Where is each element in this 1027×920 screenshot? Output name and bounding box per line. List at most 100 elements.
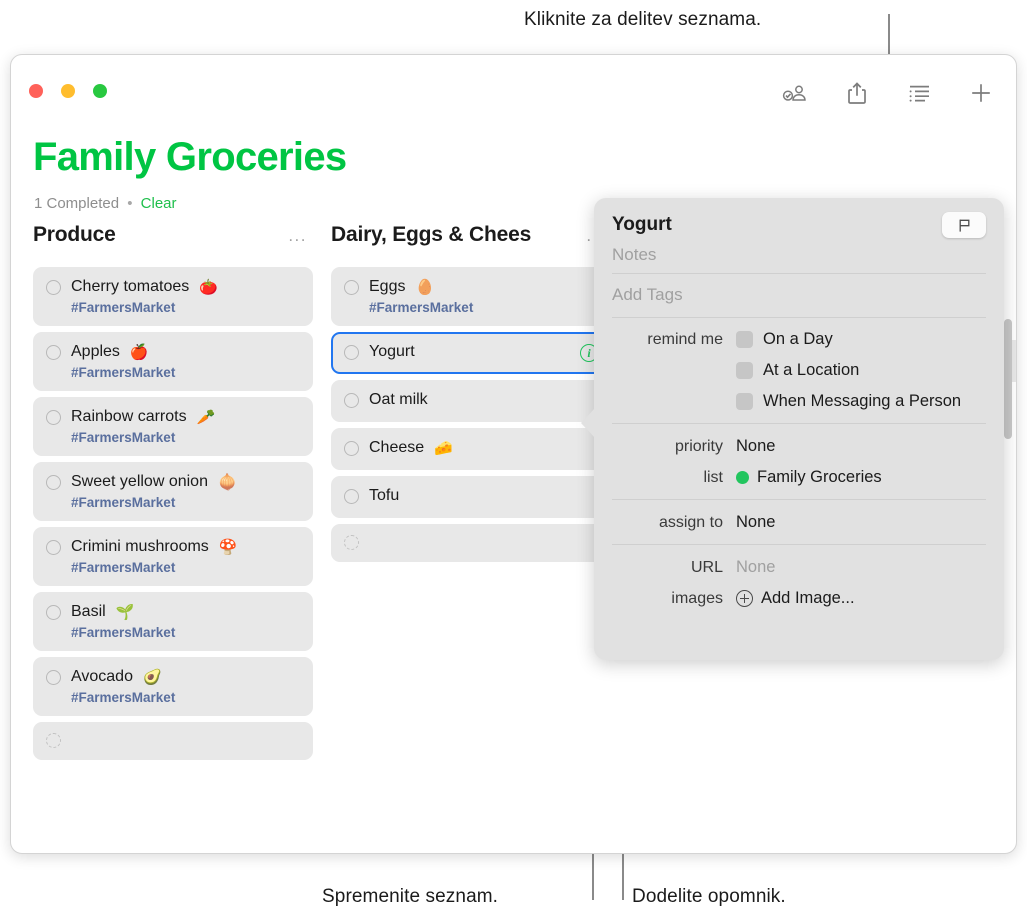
list-item[interactable]: Tofu xyxy=(331,476,611,518)
item-tag[interactable]: #FarmersMarket xyxy=(71,365,301,380)
item-title: Eggs xyxy=(369,278,406,295)
add-icon[interactable] xyxy=(964,77,998,109)
tags-field[interactable]: Add Tags xyxy=(612,274,986,317)
item-title: Oat milk xyxy=(369,391,428,408)
zoom-button[interactable] xyxy=(93,84,107,98)
priority-label: priority xyxy=(674,437,723,455)
item-emoji: 🥑 xyxy=(142,669,162,686)
item-tag[interactable]: #FarmersMarket xyxy=(71,430,301,445)
complete-checkbox[interactable] xyxy=(344,344,359,360)
item-title: Crimini mushrooms xyxy=(71,538,209,555)
share-icon[interactable] xyxy=(840,77,874,109)
item-tag[interactable]: #FarmersMarket xyxy=(71,300,301,315)
column-header: Dairy, Eggs & Chees ... xyxy=(331,223,611,259)
item-emoji: 🍅 xyxy=(199,279,218,296)
when-messaging-checkbox[interactable] xyxy=(736,393,753,410)
priority-row: priority None xyxy=(612,437,986,456)
complete-checkbox[interactable] xyxy=(344,392,359,408)
complete-checkbox[interactable] xyxy=(46,409,61,425)
minimize-button[interactable] xyxy=(61,84,75,98)
reminder-detail-popover: Yogurt Notes Add Tags remind me On a Day xyxy=(581,198,1004,660)
item-emoji: 🧀 xyxy=(434,440,453,457)
list-item[interactable]: Rainbow carrots 🥕 #FarmersMarket xyxy=(33,397,313,456)
new-item-placeholder[interactable] xyxy=(331,524,611,562)
item-tag[interactable]: #FarmersMarket xyxy=(71,690,301,705)
priority-value[interactable]: None xyxy=(736,437,775,456)
new-item-placeholder[interactable] xyxy=(33,722,313,760)
list-item[interactable]: Oat milk xyxy=(331,380,611,422)
close-button[interactable] xyxy=(29,84,43,98)
url-label: URL xyxy=(690,558,723,576)
complete-checkbox[interactable] xyxy=(46,733,61,748)
complete-checkbox[interactable] xyxy=(344,279,359,295)
column-header: Produce ... xyxy=(33,223,313,259)
divider xyxy=(612,544,986,545)
list-item-selected[interactable]: Yogurt i xyxy=(331,332,611,374)
complete-checkbox[interactable] xyxy=(46,474,61,490)
popover-arrow xyxy=(581,408,595,438)
url-row: URL None xyxy=(612,558,986,577)
flag-icon[interactable] xyxy=(942,212,986,238)
vertical-scrollbar[interactable] xyxy=(1004,231,1012,831)
complete-checkbox[interactable] xyxy=(46,669,61,685)
scrollbar-thumb[interactable] xyxy=(1004,319,1012,439)
item-emoji: 🍄 xyxy=(218,539,238,556)
list-color-dot xyxy=(736,471,749,484)
item-title: Yogurt xyxy=(369,343,415,360)
item-emoji: 🥚 xyxy=(415,279,435,296)
list-item[interactable]: Apples 🍎 #FarmersMarket xyxy=(33,332,313,391)
list-item[interactable]: Avocado 🥑 #FarmersMarket xyxy=(33,657,313,716)
list-row: list Family Groceries xyxy=(612,468,986,487)
list-item[interactable]: Cheese 🧀 xyxy=(331,428,611,470)
item-emoji: 🧅 xyxy=(217,474,237,491)
list-item[interactable]: Eggs 🥚 #FarmersMarket xyxy=(331,267,611,326)
popover-header: Yogurt xyxy=(612,212,986,238)
callout-share-list: Kliknite za delitev seznama. xyxy=(524,9,762,30)
complete-checkbox[interactable] xyxy=(344,535,359,550)
add-image-button[interactable]: Add Image... xyxy=(736,589,855,608)
on-a-day-checkbox[interactable] xyxy=(736,331,753,348)
complete-checkbox[interactable] xyxy=(344,440,359,456)
callout-assign-reminder: Dodelite opomnik. xyxy=(632,886,786,907)
list-view-icon[interactable] xyxy=(902,77,936,109)
notes-field[interactable]: Notes xyxy=(612,245,986,273)
on-a-day-label[interactable]: On a Day xyxy=(763,330,833,349)
at-a-location-checkbox[interactable] xyxy=(736,362,753,379)
traffic-lights xyxy=(29,84,107,98)
list-value[interactable]: Family Groceries xyxy=(736,468,882,487)
list-item[interactable]: Cherry tomatoes 🍅 #FarmersMarket xyxy=(33,267,313,326)
list-subtitle: 1 Completed • Clear xyxy=(34,195,177,212)
plus-circle-icon xyxy=(736,590,753,607)
at-a-location-label[interactable]: At a Location xyxy=(763,361,859,380)
item-emoji: 🌱 xyxy=(115,604,135,621)
item-tag[interactable]: #FarmersMarket xyxy=(71,625,301,640)
item-tag[interactable]: #FarmersMarket xyxy=(369,300,599,315)
assign-to-value[interactable]: None xyxy=(736,513,775,532)
assign-to-row: assign to None xyxy=(612,513,986,532)
complete-checkbox[interactable] xyxy=(46,344,61,360)
divider xyxy=(612,499,986,500)
column-more-button[interactable]: ... xyxy=(282,227,307,244)
item-title: Cheese xyxy=(369,439,425,456)
column-title: Dairy, Eggs & Chees xyxy=(331,223,532,246)
complete-checkbox[interactable] xyxy=(46,604,61,620)
complete-checkbox[interactable] xyxy=(46,539,61,555)
list-item[interactable]: Basil 🌱 #FarmersMarket xyxy=(33,592,313,651)
shared-with-you-icon[interactable] xyxy=(778,77,812,109)
item-title: Rainbow carrots xyxy=(71,408,187,425)
column-items: Eggs 🥚 #FarmersMarket Yogurt i Oat milk … xyxy=(331,267,611,562)
remind-me-row: remind me On a Day xyxy=(612,330,986,349)
item-tag[interactable]: #FarmersMarket xyxy=(71,495,301,510)
complete-checkbox[interactable] xyxy=(344,488,359,504)
list-item[interactable]: Crimini mushrooms 🍄 #FarmersMarket xyxy=(33,527,313,586)
item-tag[interactable]: #FarmersMarket xyxy=(71,560,301,575)
screenshot-root: Kliknite za delitev seznama. Spremenite … xyxy=(0,0,1027,920)
remind-location-row: At a Location xyxy=(612,361,986,380)
when-messaging-label[interactable]: When Messaging a Person xyxy=(763,392,961,411)
window-toolbar xyxy=(778,77,998,109)
url-value[interactable]: None xyxy=(736,558,775,577)
complete-checkbox[interactable] xyxy=(46,279,61,295)
list-label: list xyxy=(703,468,723,486)
clear-button[interactable]: Clear xyxy=(141,195,177,212)
list-item[interactable]: Sweet yellow onion 🧅 #FarmersMarket xyxy=(33,462,313,521)
